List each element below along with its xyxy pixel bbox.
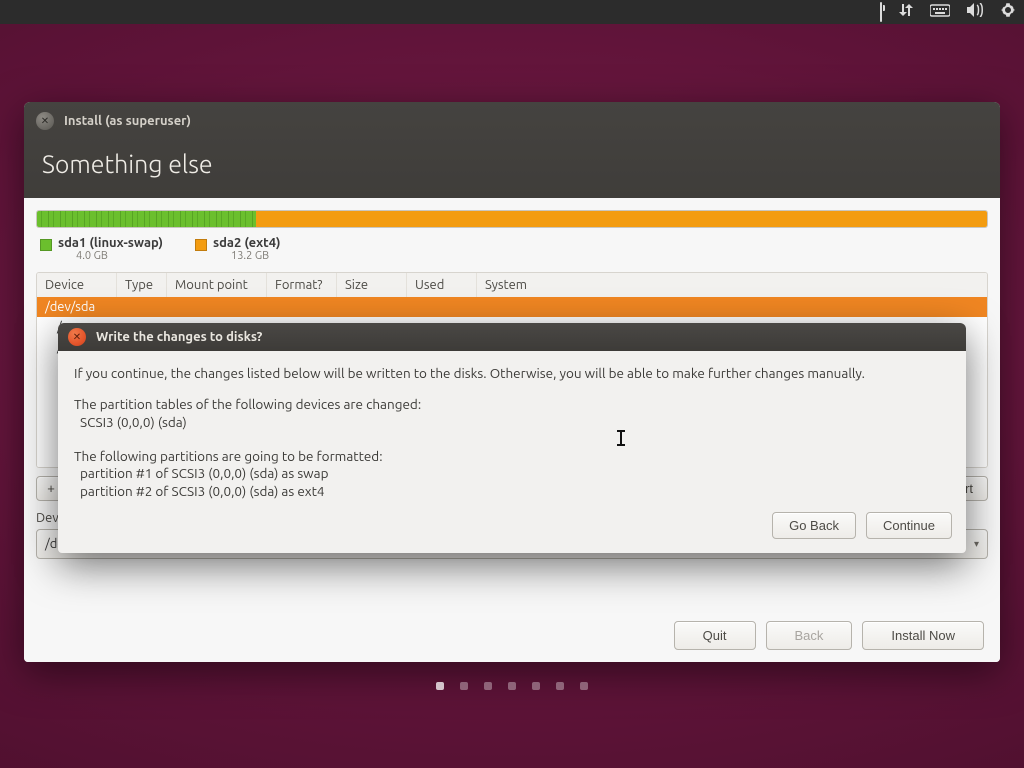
network-icon[interactable] (898, 2, 914, 22)
table-row[interactable]: /dev/sda (37, 297, 987, 317)
gear-icon[interactable] (1000, 2, 1016, 22)
pager-dot[interactable] (532, 682, 540, 690)
usage-seg-ext4 (256, 211, 988, 227)
dialog-text: The following partitions are going to be… (74, 448, 950, 465)
back-button[interactable]: Back (766, 621, 853, 650)
th-format[interactable]: Format? (267, 273, 337, 297)
dialog-titlebar: ✕ Write the changes to disks? (58, 323, 966, 351)
keyboard-icon[interactable] (930, 3, 950, 21)
chevron-down-icon: ▾ (974, 538, 979, 550)
window-close-icon[interactable]: ✕ (36, 112, 54, 130)
pager-dot[interactable] (484, 682, 492, 690)
quit-button[interactable]: Quit (674, 621, 756, 650)
pager-dot[interactable] (580, 682, 588, 690)
legend-swatch-orange (195, 239, 207, 251)
dialog-title: Write the changes to disks? (96, 330, 262, 344)
th-used[interactable]: Used (407, 273, 477, 297)
dialog-text: SCSI3 (0,0,0) (sda) (80, 414, 950, 431)
legend-swatch-green (40, 239, 52, 251)
th-mount[interactable]: Mount point (167, 273, 267, 297)
th-system[interactable]: System (477, 273, 987, 297)
usage-seg-swap (37, 211, 256, 227)
confirm-dialog: ✕ Write the changes to disks? If you con… (58, 323, 966, 553)
pager-dot[interactable] (556, 682, 564, 690)
pager-dot[interactable] (508, 682, 516, 690)
legend-size: 4.0 GB (76, 250, 163, 262)
dialog-body: If you continue, the changes listed belo… (58, 351, 966, 512)
wizard-footer: Quit Back Install Now (24, 608, 1000, 662)
partition-legend: sda1 (linux-swap) 4.0 GB sda2 (ext4) 13.… (40, 236, 984, 262)
th-size[interactable]: Size (337, 273, 407, 297)
partition-usage-bar (36, 210, 988, 228)
dialog-text: If you continue, the changes listed belo… (74, 365, 950, 382)
legend-label: sda1 (linux-swap) (58, 236, 163, 250)
legend-label: sda2 (ext4) (213, 236, 281, 250)
dialog-close-icon[interactable]: ✕ (68, 328, 86, 346)
pager-dot[interactable] (460, 682, 468, 690)
table-header: Device Type Mount point Format? Size Use… (37, 273, 987, 297)
pager-dot[interactable] (436, 682, 444, 690)
dialog-text: The partition tables of the following de… (74, 396, 950, 413)
dialog-footer: Go Back Continue (58, 512, 966, 553)
legend-size: 13.2 GB (231, 250, 281, 262)
battery-icon[interactable] (880, 3, 882, 21)
go-back-button[interactable]: Go Back (772, 512, 856, 539)
install-now-button[interactable]: Install Now (862, 621, 984, 650)
top-panel (0, 0, 1024, 24)
th-type[interactable]: Type (117, 273, 167, 297)
window-titlebar: ✕ Install (as superuser) Something else (24, 102, 1000, 198)
page-heading: Something else (42, 150, 984, 178)
th-device[interactable]: Device (37, 273, 117, 297)
volume-icon[interactable] (966, 3, 984, 21)
pager (0, 682, 1024, 690)
dialog-text: partition #1 of SCSI3 (0,0,0) (sda) as s… (80, 465, 950, 482)
continue-button[interactable]: Continue (866, 512, 952, 539)
window-title: Install (as superuser) (64, 114, 191, 128)
dialog-text: partition #2 of SCSI3 (0,0,0) (sda) as e… (80, 483, 950, 500)
